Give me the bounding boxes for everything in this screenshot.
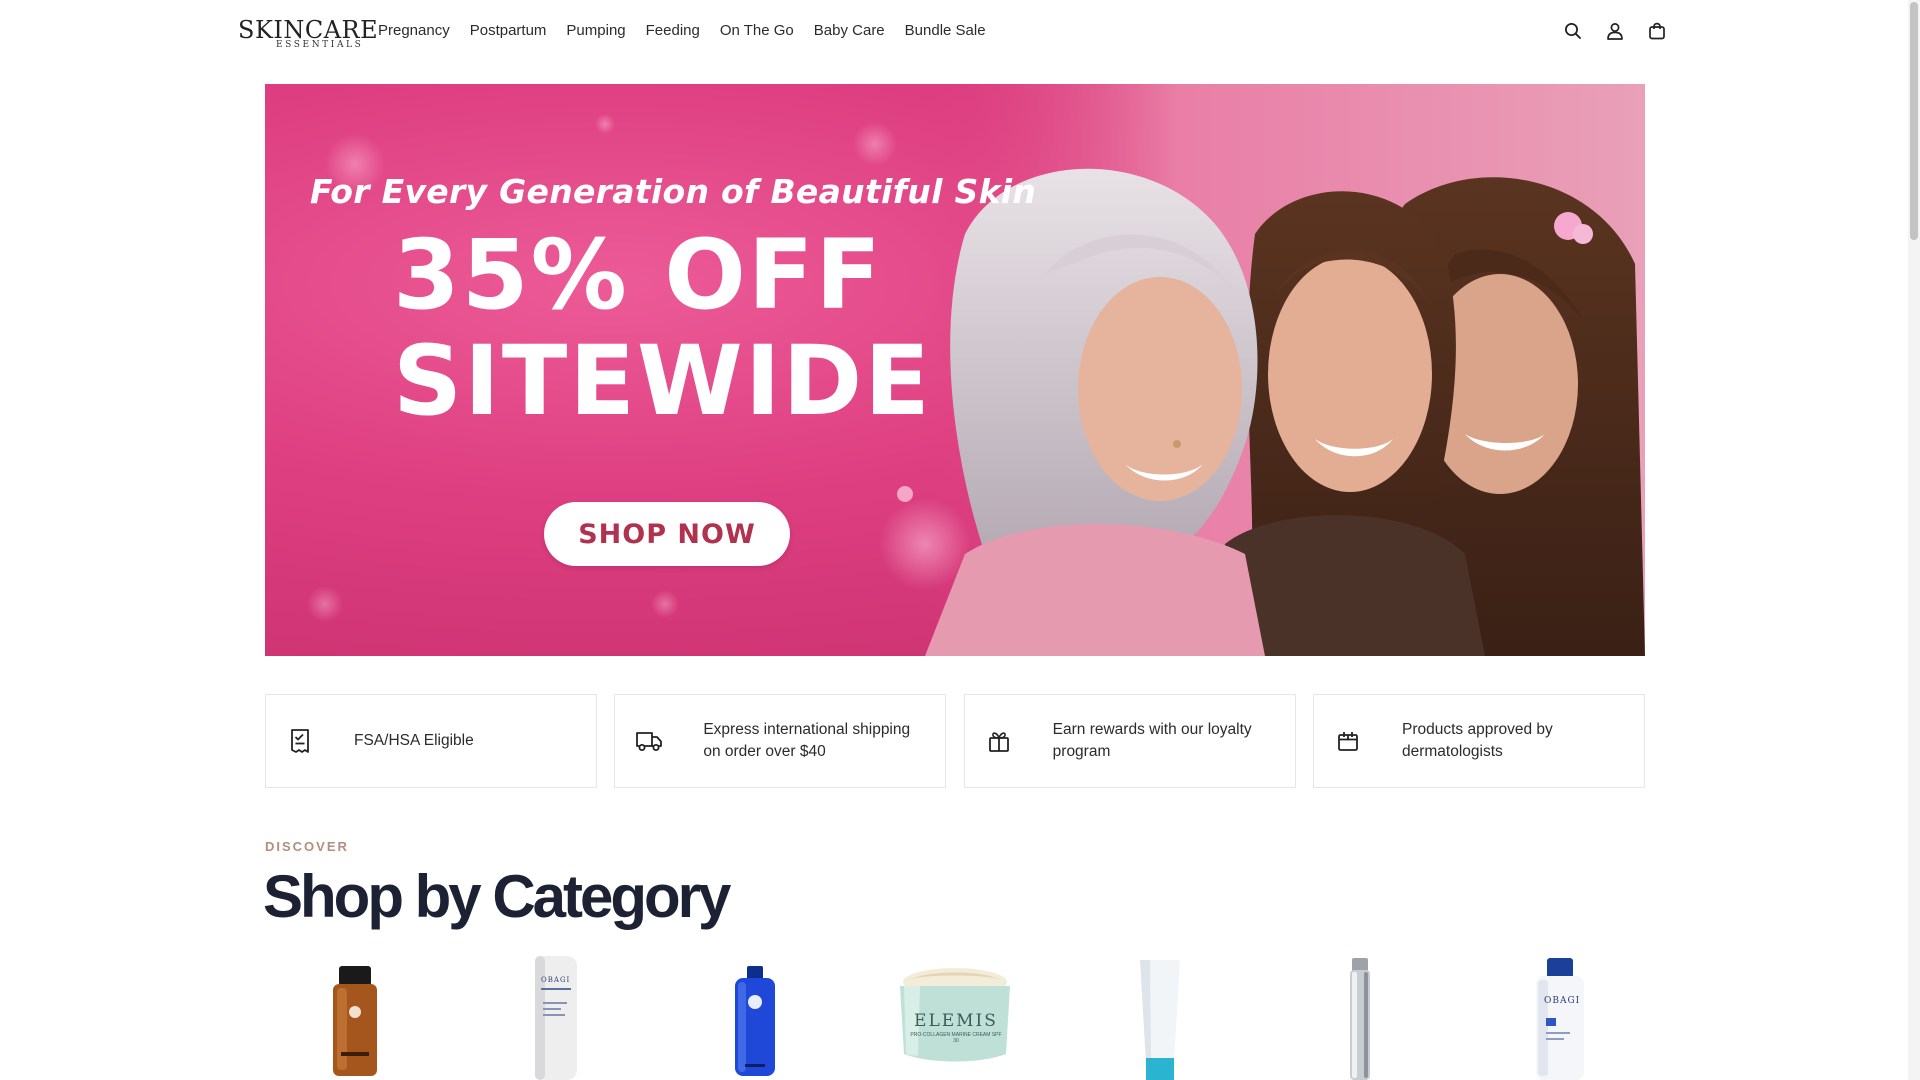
feature-fsa-hsa: FSA/HSA Eligible [265,694,597,788]
calendar-box-icon [1334,727,1362,755]
amber-serum-bottle-image [333,966,377,1076]
category-product-blue-cleanser[interactable] [675,952,835,1080]
page-scrollbar[interactable] [1908,0,1920,1080]
nav-item-pregnancy[interactable]: Pregnancy [378,22,450,39]
scrollbar-thumb[interactable] [1910,2,1918,240]
feature-text: Products approved by dermatologists [1401,721,1553,760]
nav-item-pumping[interactable]: Pumping [566,22,625,39]
header-actions [1562,20,1688,42]
category-product-amber-serum[interactable] [275,952,435,1080]
shop-now-button[interactable]: SHOP NOW [544,502,790,566]
category-product-row: OBAGI ELEMIS PRO-COLLAGEN MARINE CREAM S… [265,952,1645,1080]
feature-text: Earn rewards with our loyalty program [1052,721,1252,760]
feature-text: Express international shipping on order … [703,721,911,760]
section-title: Shop by Category [263,863,731,930]
gift-icon [985,727,1013,755]
nav-item-postpartum[interactable]: Postpartum [470,22,547,39]
cart-icon[interactable] [1646,20,1668,42]
nav-item-on-the-go[interactable]: On The Go [720,22,794,39]
feature-strip: FSA/HSA Eligible Express international s… [265,694,1645,788]
obagi-pump-brand-label: OBAGI [541,976,571,984]
obagi-pump-bottle-image [535,956,577,1080]
elemis-brand-label: ELEMIS [914,1011,998,1031]
site-header: SKINCARE ESSENTIALS Pregnancy Postpartum… [0,0,1908,66]
obagi-white-bottle-image [1536,958,1584,1080]
account-icon[interactable] [1604,20,1626,42]
receipt-check-icon [286,727,314,755]
blue-cleanser-bottle-image [735,966,775,1076]
nav-item-baby-care[interactable]: Baby Care [814,22,885,39]
feature-rewards: Earn rewards with our loyalty program [963,694,1296,788]
feature-shipping: Express international shipping on order … [614,694,947,788]
category-product-obagi-bottle[interactable]: OBAGI [1480,952,1640,1080]
white-tube-image [1140,960,1180,1080]
category-product-elemis-cream[interactable]: ELEMIS PRO-COLLAGEN MARINE CREAM SPF 30 [880,952,1040,1080]
nav-item-feeding[interactable]: Feeding [646,22,700,39]
hero-tagline: For Every Generation of Beautiful Skin [310,172,1037,211]
main-nav: Pregnancy Postpartum Pumping Feeding On … [378,22,1006,39]
obagi-bottle-brand-label: OBAGI [1544,996,1581,1006]
silver-slim-pump-image [1350,958,1370,1080]
brand-logo[interactable]: SKINCARE ESSENTIALS [238,16,378,52]
elemis-product-sublabel: PRO-COLLAGEN MARINE CREAM SPF 30 [910,1032,1002,1044]
category-product-obagi-pump[interactable]: OBAGI [475,952,635,1080]
search-icon[interactable] [1562,20,1584,42]
feature-dermatologists: Products approved by dermatologists [1312,694,1645,788]
section-eyebrow: DISCOVER [265,839,349,854]
truck-icon [635,727,663,755]
nav-item-bundle-sale[interactable]: Bundle Sale [905,22,986,39]
category-product-white-tube[interactable] [1080,952,1240,1080]
hero-banner[interactable]: For Every Generation of Beautiful Skin 3… [265,84,1645,656]
feature-text: FSA/HSA Eligible [354,732,474,749]
hero-headline-discount: 35% OFF [393,219,883,331]
logo-subtitle: ESSENTIALS [276,40,364,50]
category-product-silver-pump[interactable] [1280,952,1440,1080]
hero-headline-sitewide: SITEWIDE [393,325,932,437]
